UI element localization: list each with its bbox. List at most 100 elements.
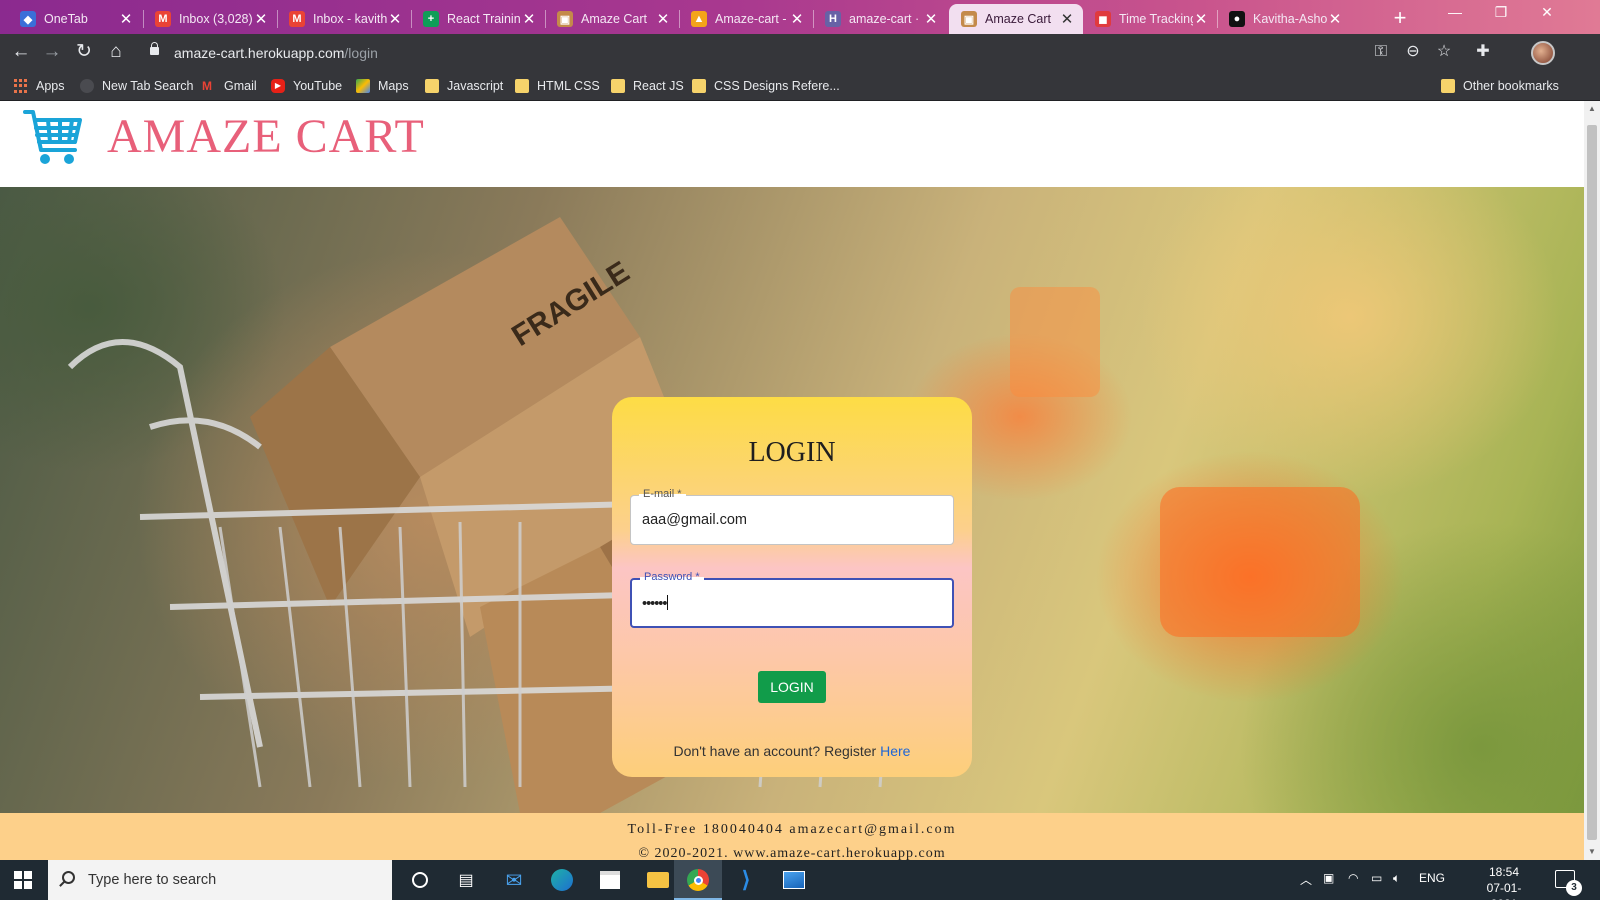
lock-icon [150, 42, 159, 55]
profile-avatar[interactable] [1531, 41, 1555, 65]
shopping-cart-logo-icon[interactable] [22, 106, 84, 168]
close-icon[interactable]: ✕ [655, 10, 671, 28]
bookmark-youtube[interactable]: ▶ YouTube [271, 76, 342, 96]
restore-icon[interactable]: ❐ [1478, 4, 1524, 21]
folder-icon [1441, 79, 1455, 93]
password-field[interactable]: Password * •••••• [630, 571, 954, 628]
bookmark-maps[interactable]: Maps [356, 76, 409, 96]
email-value[interactable]: aaa@gmail.com [642, 512, 747, 528]
chrome-icon[interactable] [684, 866, 712, 894]
scrollbar-thumb[interactable] [1587, 125, 1597, 840]
github-icon: ● [1229, 11, 1245, 27]
cortana-icon[interactable] [406, 866, 434, 894]
bookmark-css-designs[interactable]: CSS Designs Refere... [692, 76, 840, 96]
email-field[interactable]: E-mail * aaa@gmail.com [630, 488, 954, 545]
back-arrow-icon[interactable]: ← [9, 41, 33, 65]
site-header: AMAZE CART [0, 101, 1584, 187]
sheets-icon: + [423, 11, 439, 27]
onetab-icon: ◆ [20, 11, 36, 27]
close-icon[interactable]: ✕ [923, 10, 939, 28]
windows-start-icon[interactable] [14, 871, 32, 889]
close-window-icon[interactable]: ✕ [1524, 4, 1570, 21]
site-footer: Toll-Free 180040404 amazecart@gmail.com … [0, 813, 1584, 860]
register-here-link[interactable]: Here [880, 743, 910, 759]
close-icon[interactable]: ✕ [521, 10, 537, 28]
tab-react-training[interactable]: + React Training ✕ [411, 4, 545, 34]
scroll-up-icon[interactable]: ▲ [1584, 101, 1600, 117]
photos-icon[interactable] [780, 866, 808, 894]
windows-taskbar: Type here to search ▤ ✉ ⟩ ︿ ▣ ◠ ▭ 🔈︎ ENG… [0, 860, 1600, 900]
bookmark-other[interactable]: Other bookmarks [1441, 76, 1559, 96]
file-explorer-icon[interactable] [644, 866, 672, 894]
login-button[interactable]: LOGIN [758, 671, 826, 703]
folder-icon [515, 79, 529, 93]
firebase-icon: ▲ [691, 11, 707, 27]
task-view-icon[interactable]: ▤ [452, 866, 480, 894]
clock-time: 18:54 [1488, 865, 1520, 879]
star-icon[interactable]: ☆ [1432, 41, 1456, 65]
gmail-icon: M [155, 11, 171, 27]
bookmark-html-css[interactable]: HTML CSS [515, 76, 600, 96]
close-icon[interactable]: ✕ [1327, 10, 1343, 28]
forward-arrow-icon[interactable]: → [40, 41, 64, 65]
page-scrollbar[interactable]: ▲ ▼ [1584, 101, 1600, 860]
close-icon[interactable]: ✕ [387, 10, 403, 28]
battery-icon[interactable]: ▭ [1371, 871, 1382, 885]
tab-heroku[interactable]: H amaze-cart · C ✕ [813, 4, 947, 34]
tab-inbox[interactable]: M Inbox (3,028) ✕ [143, 4, 277, 34]
close-icon[interactable]: ✕ [1193, 10, 1209, 28]
tab-inbox-kavitha[interactable]: M Inbox - kavitha ✕ [277, 4, 411, 34]
minimize-icon[interactable]: — [1432, 4, 1478, 20]
reload-icon[interactable]: ↻ [72, 41, 96, 65]
home-icon[interactable]: ⌂ [104, 41, 128, 65]
bookmark-new-tab-search[interactable]: New Tab Search [80, 76, 194, 96]
tab-firebase[interactable]: ▲ Amaze-cart - ✕ [679, 4, 813, 34]
close-icon[interactable]: ✕ [789, 10, 805, 28]
zoom-icon[interactable]: ⊖ [1401, 41, 1425, 65]
tab-amaze-cart-1[interactable]: ▣ Amaze Cart ✕ [545, 4, 679, 34]
vscode-icon[interactable]: ⟩ [732, 866, 760, 894]
volume-icon[interactable]: 🔈︎ [1393, 871, 1400, 886]
network-card-icon[interactable]: ▣ [1323, 871, 1334, 885]
extensions-icon[interactable]: ✚ [1471, 41, 1495, 65]
close-icon[interactable]: ✕ [253, 10, 269, 28]
maps-icon [356, 79, 370, 93]
browser-toolbar: ← → ↻ ⌂ amaze-cart.herokuapp.com/login ⚿… [0, 34, 1600, 70]
bookmark-gmail[interactable]: M Gmail [202, 76, 257, 96]
apps-grid-icon [14, 79, 28, 93]
mail-icon[interactable]: ✉ [500, 866, 528, 894]
login-card: LOGIN E-mail * aaa@gmail.com Password * … [612, 397, 972, 777]
close-icon[interactable]: ✕ [1059, 10, 1075, 28]
clock-date: 07-01-2021 [1486, 881, 1522, 900]
brand-title[interactable]: AMAZE CART [107, 109, 425, 164]
bookmark-apps[interactable]: Apps [14, 76, 65, 96]
language-indicator[interactable]: ENG [1419, 871, 1445, 885]
key-icon[interactable]: ⚿ [1369, 41, 1393, 65]
tab-time-tracking[interactable]: ◼ Time Tracking ✕ [1083, 4, 1217, 34]
register-prompt: Don't have an account? Register Here [673, 743, 911, 759]
address-bar[interactable]: amaze-cart.herokuapp.com/login [140, 39, 1392, 67]
show-hidden-icons[interactable]: ︿ [1300, 871, 1312, 888]
taskbar-search[interactable]: Type here to search [48, 860, 392, 900]
email-label: E-mail * [639, 488, 686, 500]
tab-onetab[interactable]: ◆ OneTab ✕ [8, 4, 142, 34]
new-tab-button[interactable]: + [1387, 6, 1413, 32]
wifi-icon[interactable]: ◠ [1348, 871, 1358, 885]
tab-github[interactable]: ● Kavitha-Asho ✕ [1217, 4, 1351, 34]
close-icon[interactable]: ✕ [118, 10, 134, 28]
scroll-down-icon[interactable]: ▼ [1584, 844, 1600, 860]
tab-amaze-cart-active[interactable]: ▣ Amaze Cart ✕ [949, 4, 1083, 34]
globe-icon [80, 79, 94, 93]
password-value[interactable]: •••••• [642, 595, 669, 612]
web-page: AMAZE CART FRAGILE LOGIN E-mail * aaa@gm… [0, 101, 1584, 860]
bookmarks-bar: Apps New Tab Search M Gmail ▶ YouTube Ma… [0, 70, 1600, 101]
bookmark-javascript[interactable]: Javascript [425, 76, 503, 96]
bookmark-react-js[interactable]: React JS [611, 76, 684, 96]
login-title: LOGIN [748, 437, 836, 468]
edge-icon[interactable] [548, 866, 576, 894]
url-text[interactable]: amaze-cart.herokuapp.com/login [174, 45, 378, 61]
store-icon[interactable] [596, 866, 624, 894]
text-cursor [667, 595, 669, 610]
clock[interactable]: 18:54 07-01-2021 [1474, 864, 1534, 900]
gmail-icon: M [289, 11, 305, 27]
